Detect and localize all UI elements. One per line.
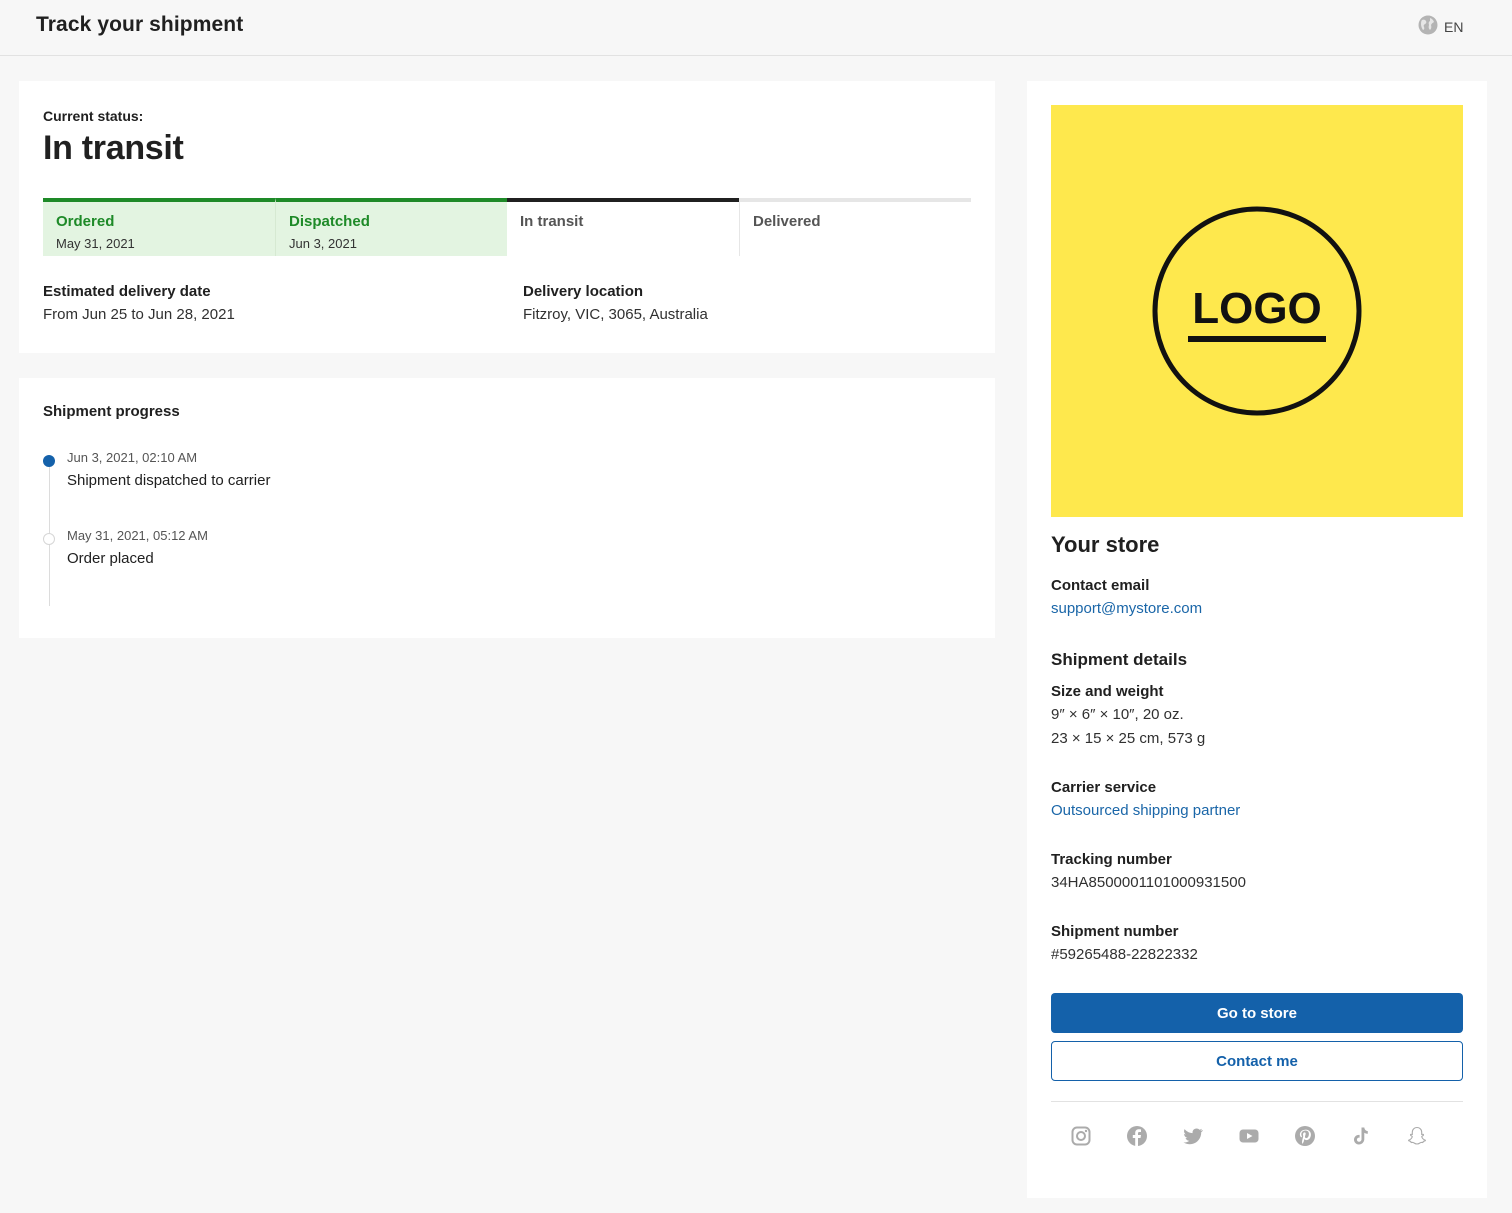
store-name: Your store [1051,532,1160,557]
shipment-number-value: #59265488-22822332 [1051,946,1198,963]
contact-email-field: Contact email support@mystore.com [1051,577,1202,618]
go-to-store-button[interactable]: Go to store [1051,993,1463,1033]
size-weight-imperial: 9″ × 6″ × 10″, 20 oz. [1051,706,1184,723]
timeline-dot-active [43,455,55,467]
delivery-location-value: Fitzroy, VIC, 3065, Australia [523,306,708,323]
facebook-icon[interactable] [1127,1126,1147,1146]
shipment-details-title: Shipment details [1051,650,1188,669]
step-date: Jun 3, 2021 [289,236,357,251]
carrier-service-label: Carrier service [1051,779,1157,796]
timeline: Jun 3, 2021, 02:10 AM Shipment dispatche… [43,450,643,606]
shipment-number-field: Shipment number #59265488-22822332 [1051,923,1198,964]
twitter-icon[interactable] [1183,1126,1204,1146]
delivery-location: Delivery location Fitzroy, VIC, 3065, Au… [523,283,708,323]
language-selector[interactable]: EN [1418,15,1464,40]
instagram-icon[interactable] [1071,1126,1091,1146]
shipment-progress-card: Shipment progress Jun 3, 2021, 02:10 AM … [19,378,995,638]
size-weight-field: Size and weight 9″ × 6″ × 10″, 20 oz. 23… [1051,683,1205,748]
top-bar: Track your shipment EN [0,0,1512,56]
shipment-progress-title: Shipment progress [43,403,180,420]
carrier-service-link[interactable]: Outsourced shipping partner [1051,802,1240,820]
status-card: Current status: In transit Ordered May 3… [19,81,995,353]
step-date: May 31, 2021 [56,236,135,251]
language-label: EN [1444,19,1464,35]
step-name: Dispatched [289,213,370,230]
delivery-location-label: Delivery location [523,283,644,300]
timeline-line [49,458,50,606]
tracking-number-field: Tracking number 34HA8500001101000931500 [1051,851,1246,892]
step-name: Ordered [56,213,115,230]
event-time: Jun 3, 2021, 02:10 AM [67,450,198,465]
contact-email-link[interactable]: support@mystore.com [1051,600,1202,618]
step-name: Delivered [753,213,821,230]
size-weight-label: Size and weight [1051,683,1164,700]
event-description: Shipment dispatched to carrier [67,472,271,489]
size-weight-metric: 23 × 15 × 25 cm, 573 g [1051,730,1206,747]
globe-icon [1418,15,1438,40]
step-ordered: Ordered May 31, 2021 [43,198,275,256]
step-in-transit: In transit [507,198,739,256]
logo-text: LOGO [1192,284,1322,333]
divider [1051,1101,1463,1102]
contact-me-button[interactable]: Contact me [1051,1041,1463,1081]
snapchat-icon[interactable] [1407,1126,1427,1146]
tiktok-icon[interactable] [1351,1126,1371,1146]
timeline-dot-inactive [43,533,55,545]
contact-email-label: Contact email [1051,577,1150,594]
estimated-delivery-label: Estimated delivery date [43,283,211,300]
social-links [1071,1126,1451,1150]
estimated-delivery-value: From Jun 25 to Jun 28, 2021 [43,306,235,323]
step-name: In transit [520,213,584,230]
pinterest-icon[interactable] [1295,1126,1315,1146]
estimated-delivery: Estimated delivery date From Jun 25 to J… [43,283,235,323]
step-delivered: Delivered [739,198,971,256]
status-stepper: Ordered May 31, 2021 Dispatched Jun 3, 2… [43,198,971,256]
youtube-icon[interactable] [1239,1126,1259,1146]
event-time: May 31, 2021, 05:12 AM [67,528,208,543]
tracking-number-label: Tracking number [1051,851,1172,868]
carrier-service-field: Carrier service Outsourced shipping part… [1051,779,1240,820]
tracking-number-value: 34HA8500001101000931500 [1051,874,1246,891]
current-status-value: In transit [43,129,184,167]
shipment-number-label: Shipment number [1051,923,1179,940]
current-status-label: Current status: [43,108,144,124]
page-title: Track your shipment [36,13,244,36]
store-logo: LOGO [1051,105,1463,517]
store-card: LOGO Your store Contact email support@my… [1027,81,1487,1198]
event-description: Order placed [67,550,154,567]
step-dispatched: Dispatched Jun 3, 2021 [275,198,507,256]
